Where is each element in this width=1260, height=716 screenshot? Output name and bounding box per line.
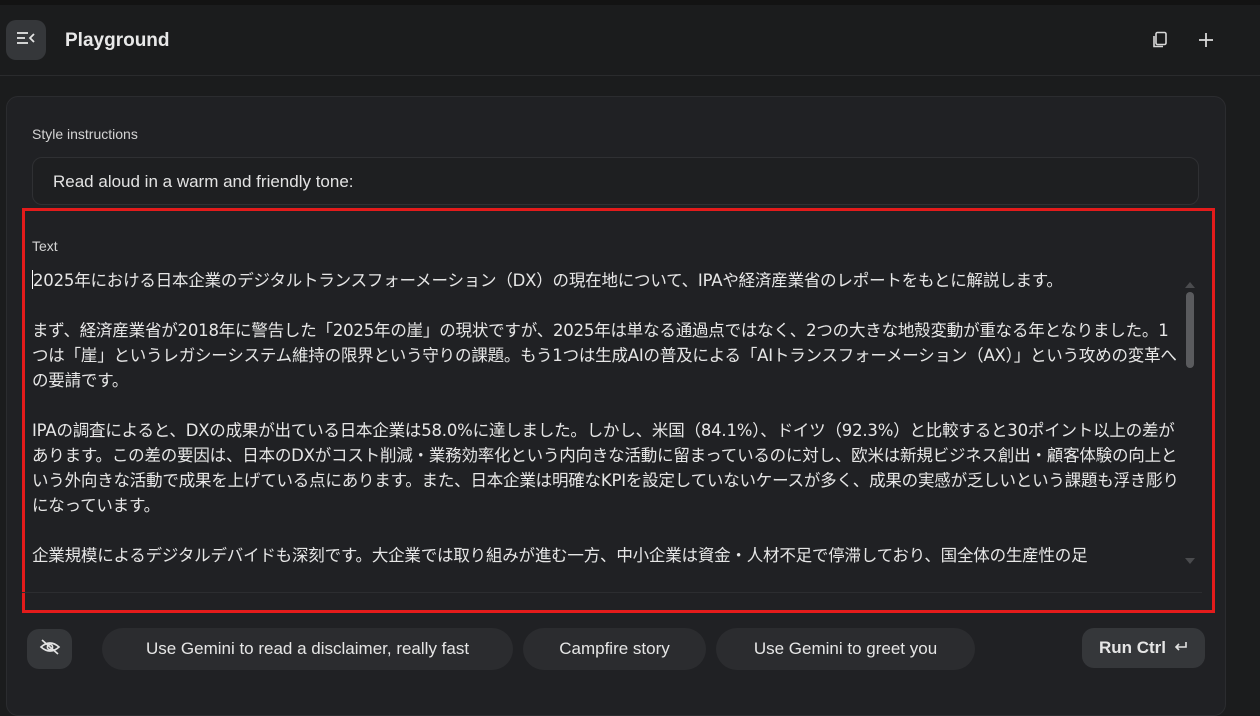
divider (22, 592, 1202, 593)
eye-off-icon (39, 638, 61, 660)
text-paragraph: 2025年における日本企業のデジタルトランスフォーメーション（DX）の現在地につ… (32, 270, 1063, 290)
text-label: Text (32, 238, 58, 254)
text-paragraph: まず、経済産業省が2018年に警告した「2025年の崖」の現状ですが、2025年… (32, 321, 1177, 390)
sidebar-toggle-button[interactable] (6, 20, 46, 60)
copy-button[interactable] (1151, 31, 1169, 54)
copy-icon (1151, 31, 1169, 54)
text-paragraph: 企業規模によるデジタルデバイドも深刻です。大企業では取り組みが進む一方、中小企業… (32, 546, 1088, 565)
text-input[interactable]: 2025年における日本企業のデジタルトランスフォーメーション（DX）の現在地につ… (32, 268, 1182, 568)
scroll-up-arrow[interactable] (1184, 276, 1196, 288)
new-button[interactable] (1197, 32, 1215, 53)
suggestion-chip-greet[interactable]: Use Gemini to greet you (716, 628, 975, 670)
scroll-down-arrow[interactable] (1184, 552, 1196, 564)
top-bar (0, 0, 1260, 76)
text-paragraph: IPAの調査によると、DXの成果が出ている日本企業は58.0%に達しました。しか… (32, 421, 1179, 515)
page-title: Playground (65, 30, 170, 51)
sidebar-collapse-icon (16, 31, 36, 50)
run-button[interactable]: Run Ctrl (1082, 628, 1205, 668)
plus-icon (1198, 32, 1214, 53)
enter-key-icon (1174, 638, 1188, 658)
suggestion-chip-disclaimer[interactable]: Use Gemini to read a disclaimer, really … (102, 628, 513, 670)
suggestion-chip-campfire[interactable]: Campfire story (523, 628, 706, 670)
style-instructions-input[interactable]: Read aloud in a warm and friendly tone: (32, 157, 1199, 205)
run-button-label: Run Ctrl (1098, 638, 1167, 657)
style-instructions-label: Style instructions (32, 126, 138, 142)
scrollbar-thumb[interactable] (1186, 292, 1194, 368)
visibility-toggle-button[interactable] (27, 629, 72, 669)
